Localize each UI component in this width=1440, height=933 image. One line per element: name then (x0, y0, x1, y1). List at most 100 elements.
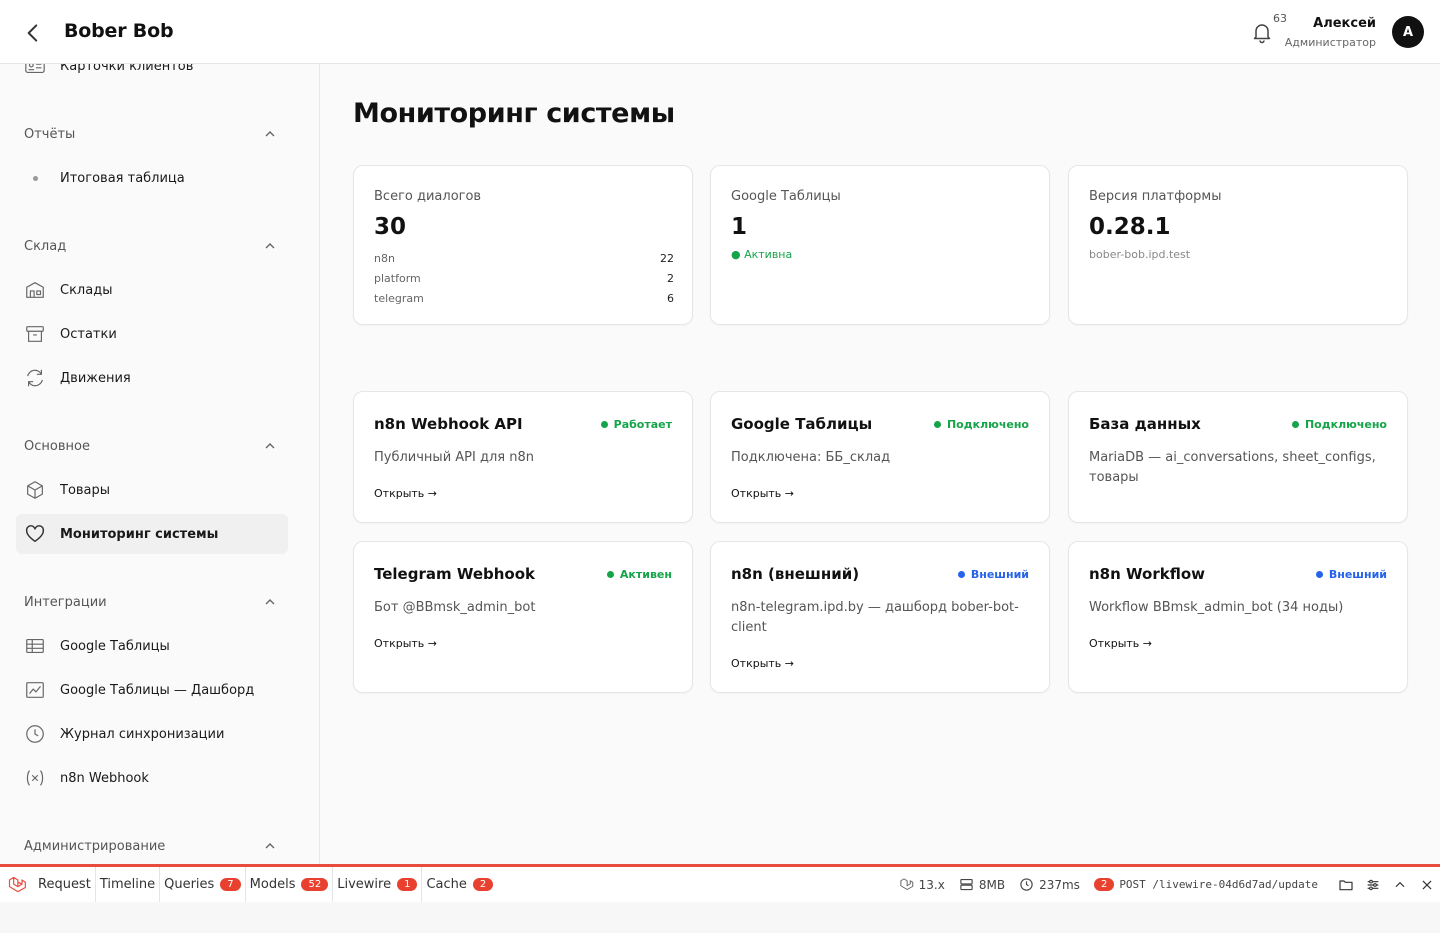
stat-card-google-sheets: Google Таблицы 1 ● Активна (710, 165, 1050, 325)
service-title: Telegram Webhook (374, 565, 536, 583)
sidebar-item-label: Мониторинг системы (60, 526, 219, 542)
open-link[interactable]: Открыть → (731, 657, 794, 670)
page-bottom-area (0, 902, 1440, 933)
status-badge: ● Активна (731, 248, 793, 261)
stat-label: Google Таблицы (731, 189, 841, 204)
debug-tab-models[interactable]: Models 52 (246, 867, 334, 902)
service-description: Бот @BBmsk_admin_bot (374, 600, 536, 615)
cube-icon (27, 481, 43, 499)
sidebar-item-n8n-webhook[interactable]: n8n Webhook (16, 758, 288, 798)
chevron-up-icon (265, 599, 275, 605)
host-name: bober-bob.ipd.test (1089, 248, 1191, 261)
sidebar-item-label: Движения (60, 370, 131, 386)
sidebar-group-warehouse[interactable]: Склад (24, 234, 280, 258)
stat-label: Версия платформы (1089, 189, 1222, 204)
open-link[interactable]: Открыть → (1089, 637, 1152, 650)
request-selector[interactable]: 2 POST /livewire-04d6d7ad/update (1093, 878, 1318, 891)
service-title: n8n (внешний) (731, 565, 860, 583)
archive-box-icon (26, 326, 44, 342)
laravel-version: 13.x (899, 877, 945, 892)
status-badge: Подключено (933, 418, 1029, 431)
stat-card-platform-version: Версия платформы 0.28.1 bober-bob.ipd.te… (1068, 165, 1408, 325)
settings-sliders-icon[interactable] (1359, 867, 1386, 902)
status-dot-icon (1291, 421, 1299, 428)
sidebar-item-system-monitoring[interactable]: Мониторинг системы (16, 514, 288, 554)
count-badge: 2 (1093, 878, 1115, 891)
service-description: Workflow BBmsk_admin_bot (34 ноды) (1089, 600, 1344, 615)
laravel-logo-icon[interactable] (0, 867, 34, 902)
page-title: Мониторинг системы (353, 98, 675, 129)
service-title: n8n Webhook API (374, 415, 523, 433)
service-description: Публичный API для n8n (374, 450, 534, 465)
stat-label: Всего диалогов (374, 189, 482, 204)
service-description: Подключена: ББ_склад (731, 450, 891, 465)
service-card-telegram-webhook: Telegram Webhook Активен Бот @BBmsk_admi… (353, 541, 693, 693)
debug-tab-cache[interactable]: Cache 2 (422, 867, 497, 902)
sidebar-item-google-sheets-dashboard[interactable]: Google Таблицы — Дашборд (16, 670, 288, 710)
status-badge: Активен (606, 568, 672, 581)
open-link[interactable]: Открыть → (374, 637, 437, 650)
chevron-up-icon (265, 843, 275, 849)
sidebar-item-stock[interactable]: Остатки (16, 314, 288, 354)
debug-tab-queries[interactable]: Queries 7 (160, 867, 246, 902)
stat-value: 1 (731, 214, 748, 240)
sidebar-item-movements[interactable]: Движения (16, 358, 288, 398)
debug-tab-request[interactable]: Request (34, 867, 96, 902)
status-dot-icon (600, 421, 608, 428)
folder-icon[interactable] (1332, 867, 1359, 902)
server-icon (960, 878, 973, 891)
status-dot-icon (933, 421, 941, 428)
clock-icon (26, 725, 44, 743)
sidebar-item-label: Остатки (60, 326, 117, 342)
brand-title[interactable]: Bober Bob (64, 20, 174, 42)
debug-tab-timeline[interactable]: Timeline (96, 867, 161, 902)
debug-bar-meta: 13.x 8MB 237ms 2 POST /livewire-04d6d7ad… (899, 867, 1440, 902)
user-role: Администратор (1284, 36, 1376, 49)
close-icon[interactable] (1413, 867, 1440, 902)
avatar[interactable]: A (1392, 16, 1424, 48)
service-card-n8n-external: n8n (внешний) Внешний n8n-telegram.ipd.b… (710, 541, 1050, 693)
sidebar-item-label: Google Таблицы (60, 638, 170, 654)
bullet-icon (33, 175, 38, 181)
sidebar-item-google-sheets[interactable]: Google Таблицы (16, 626, 288, 666)
sidebar-item-label: Склады (60, 282, 113, 298)
source-count: 2 (667, 272, 674, 285)
count-badge: 2 (472, 878, 494, 891)
sidebar-item-warehouses[interactable]: Склады (16, 270, 288, 310)
source-name: n8n (374, 252, 395, 265)
top-bar: Bober Bob 63 Алексей Администратор A (0, 0, 1440, 64)
status-dot-icon (957, 571, 965, 578)
open-link[interactable]: Открыть → (374, 487, 437, 500)
sidebar-group-admin[interactable]: Администрирование (24, 834, 280, 858)
sidebar: Карточки клиентов Отчёты Итоговая таблиц… (0, 64, 320, 864)
refresh-arrows-icon (27, 369, 43, 387)
sidebar-item-summary-table[interactable]: Итоговая таблица (16, 158, 288, 198)
count-badge: 52 (301, 878, 329, 891)
service-title: Google Таблицы (731, 415, 873, 433)
service-card-database: База данных Подключено MariaDB — ai_conv… (1068, 391, 1408, 523)
sidebar-group-integrations[interactable]: Интеграции (24, 590, 280, 614)
open-link[interactable]: Открыть → (731, 487, 794, 500)
sidebar-item-sync-log[interactable]: Журнал синхронизации (16, 714, 288, 754)
sidebar-item-label: Журнал синхронизации (60, 726, 225, 742)
service-description: MariaDB — ai_conversations, sheet_config… (1089, 450, 1376, 485)
sidebar-group-reports[interactable]: Отчёты (24, 122, 280, 146)
sidebar-item-client-cards[interactable]: Карточки клиентов (16, 64, 288, 86)
bell-icon[interactable] (1250, 20, 1274, 44)
sidebar-item-products[interactable]: Товары (16, 470, 288, 510)
status-badge: Внешний (957, 568, 1029, 581)
stat-value: 30 (374, 214, 407, 240)
back-arrow-icon[interactable] (20, 20, 46, 46)
source-row: n8n 22 (374, 252, 674, 265)
status-dot-icon (1315, 571, 1323, 578)
service-card-n8n-workflow: n8n Workflow Внешний Workflow BBmsk_admi… (1068, 541, 1408, 693)
variable-icon (26, 770, 44, 786)
sidebar-item-label: Карточки клиентов (60, 64, 194, 74)
user-name: Алексей (1313, 16, 1376, 31)
chevron-up-icon[interactable] (1386, 867, 1413, 902)
sidebar-group-main[interactable]: Основное (24, 434, 280, 458)
stat-card-dialogs: Всего диалогов 30 n8n 22 platform 2 tele… (353, 165, 693, 325)
debug-tab-livewire[interactable]: Livewire 1 (333, 867, 423, 902)
chevron-up-icon (265, 443, 275, 449)
count-badge: 7 (220, 878, 241, 891)
